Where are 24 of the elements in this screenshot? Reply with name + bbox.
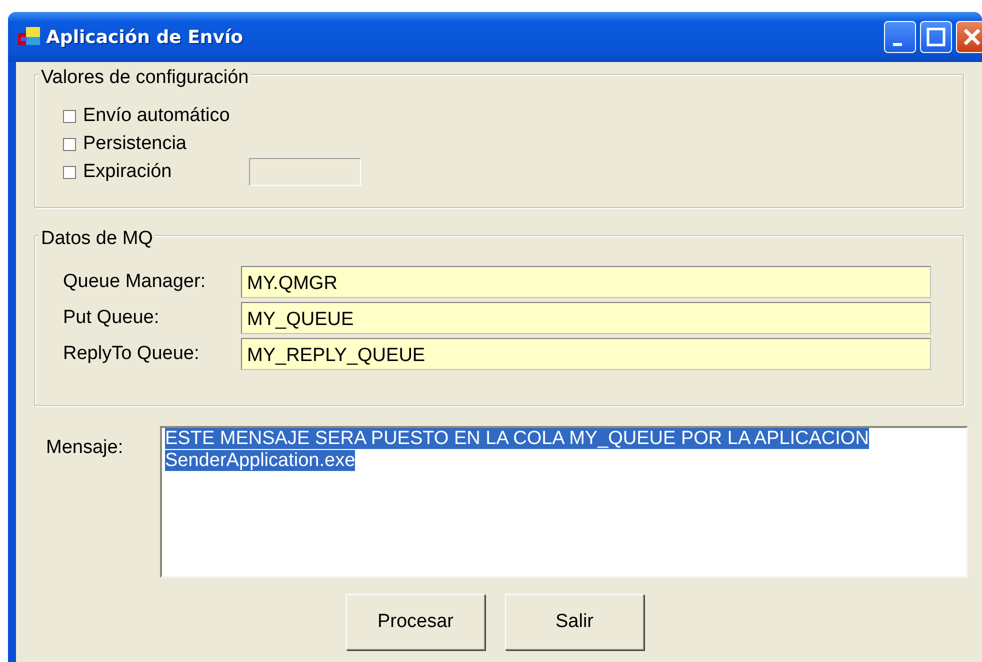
message-label: Mensaje: — [45, 436, 124, 460]
checkbox-label[interactable]: Persistencia — [83, 130, 233, 158]
field-label: ReplyTo Queue: — [63, 342, 200, 366]
maximize-icon — [926, 27, 946, 47]
checkbox-label[interactable]: Expiración — [83, 158, 233, 186]
maximize-button[interactable] — [920, 21, 952, 53]
close-icon — [962, 27, 982, 47]
app-icon — [18, 27, 40, 47]
text-field[interactable]: MY_QUEUE — [241, 302, 931, 334]
field-label: Put Queue: — [63, 306, 160, 330]
window-title: Aplicación de Envío — [46, 26, 243, 50]
field-label: Queue Manager: — [63, 270, 207, 294]
checkbox-label[interactable]: Envío automático — [83, 102, 233, 130]
close-button[interactable] — [956, 21, 982, 53]
checkbox[interactable] — [63, 166, 76, 178]
message-field[interactable]: ESTE MENSAJE SERA PUESTO EN LA COLA MY_QUEUE POR LA APLICACION SenderApplication.exe — [160, 426, 968, 578]
checkbox[interactable] — [63, 110, 76, 122]
dialog-button[interactable]: Salir — [505, 594, 644, 650]
text-field[interactable]: MY.QMGR — [241, 266, 931, 298]
checkbox[interactable] — [63, 138, 76, 150]
minimize-icon — [892, 42, 902, 46]
dialog-button[interactable]: Procesar — [346, 594, 485, 650]
text-field[interactable]: MY_REPLY_QUEUE — [241, 338, 931, 370]
minimize-button[interactable] — [884, 21, 916, 53]
